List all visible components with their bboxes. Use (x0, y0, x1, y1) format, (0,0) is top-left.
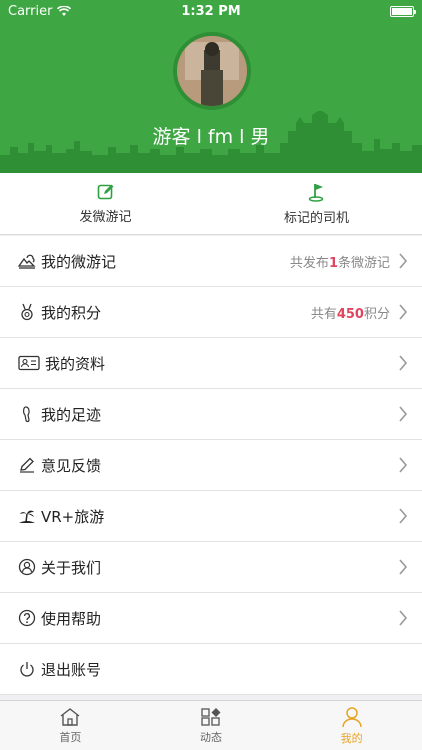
menu-item-my-profile[interactable]: 我的资料 (0, 338, 422, 389)
menu-item-label: 我的微游记 (41, 252, 117, 271)
menu-item-label: 我的资料 (45, 354, 106, 373)
id-card-icon (17, 353, 41, 373)
menu-item-help[interactable]: 使用帮助 (0, 593, 422, 644)
flag-icon (308, 183, 323, 202)
menu-item-label: VR+旅游 (41, 507, 105, 526)
status-bar: Carrier 1:32 PM (0, 0, 422, 22)
chevron-right-icon (399, 610, 408, 626)
avatar[interactable] (173, 32, 251, 110)
question-circle-icon (17, 608, 37, 628)
user-circle-icon (17, 557, 37, 577)
profile-header: 游客 l fm l 男 (0, 0, 422, 173)
footprint-icon (17, 404, 37, 424)
chevron-right-icon (399, 406, 408, 422)
carrier-label: Carrier (8, 3, 53, 19)
post-travelogue-button[interactable]: 发微游记 (0, 173, 211, 234)
profile-name: 游客 l fm l 男 (152, 126, 270, 148)
palm-island-icon (17, 506, 37, 526)
menu-item-feedback[interactable]: 意见反馈 (0, 440, 422, 491)
home-icon (60, 707, 80, 726)
tab-bar: 首页 动态 我的 (0, 700, 422, 750)
points-info: 共有450积分 (310, 306, 390, 322)
wifi-icon (57, 5, 72, 16)
menu-item-label: 关于我们 (41, 558, 102, 577)
menu-item-label: 退出账号 (41, 660, 102, 679)
avatar-photo (177, 36, 247, 106)
menu-item-logout[interactable]: 退出账号 (0, 644, 422, 695)
tab-activity[interactable]: 动态 (141, 701, 282, 750)
user-icon (341, 706, 362, 727)
menu-item-label: 我的积分 (41, 303, 102, 322)
menu-item-about-us[interactable]: 关于我们 (0, 542, 422, 593)
grid-icon (201, 707, 221, 726)
edit-icon (97, 184, 113, 199)
tab-label: 首页 (59, 730, 82, 744)
travelogue-count: 1 (328, 255, 338, 271)
chevron-right-icon (399, 304, 408, 320)
post-travelogue-label: 发微游记 (79, 209, 132, 225)
menu-item-my-travelogue[interactable]: 我的微游记 共发布1条微游记 (0, 236, 422, 287)
marked-drivers-label: 标记的司机 (283, 210, 349, 226)
chevron-right-icon (399, 253, 408, 269)
tab-label: 动态 (200, 730, 222, 744)
chevron-right-icon (399, 457, 408, 473)
points-count: 450 (336, 306, 364, 322)
tab-mine[interactable]: 我的 (281, 701, 422, 750)
tab-home[interactable]: 首页 (0, 701, 141, 750)
medal-icon (17, 302, 37, 322)
cloud-mountain-icon (17, 251, 37, 271)
battery-icon (390, 5, 416, 17)
menu-item-my-footprints[interactable]: 我的足迹 (0, 389, 422, 440)
power-icon (17, 659, 37, 679)
menu-item-label: 使用帮助 (41, 609, 102, 628)
tab-label: 我的 (340, 731, 363, 745)
menu-list: 我的微游记 共发布1条微游记 我的积分 共有450积分 我的资料 我的足迹 意见… (0, 236, 422, 695)
pencil-icon (17, 455, 37, 475)
marked-drivers-button[interactable]: 标记的司机 (211, 173, 422, 234)
quick-actions: 发微游记 标记的司机 (0, 173, 422, 235)
menu-item-label: 意见反馈 (41, 456, 102, 475)
chevron-right-icon (399, 355, 408, 371)
menu-item-vr-travel[interactable]: VR+旅游 (0, 491, 422, 542)
chevron-right-icon (399, 508, 408, 524)
menu-item-label: 我的足迹 (41, 405, 102, 424)
chevron-right-icon (399, 559, 408, 575)
menu-item-my-points[interactable]: 我的积分 共有450积分 (0, 287, 422, 338)
travelogue-count-info: 共发布1条微游记 (289, 255, 390, 271)
